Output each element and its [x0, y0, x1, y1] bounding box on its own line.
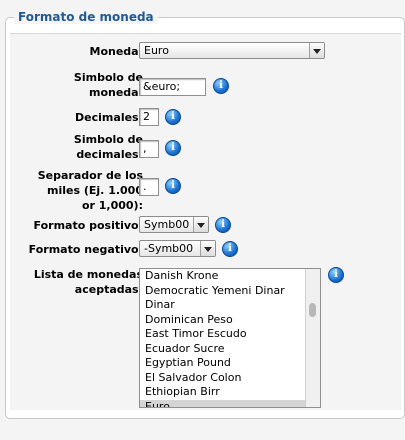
moneda-label: Moneda:	[89, 45, 144, 58]
list-item[interactable]: Dinar	[140, 298, 320, 313]
info-icon[interactable]: i	[215, 217, 231, 233]
info-icon[interactable]: i	[213, 78, 229, 94]
simbolo-decimales-input[interactable]: ,	[139, 140, 159, 158]
scrollbar[interactable]	[305, 269, 320, 407]
list-item[interactable]: El Salvador Colon	[140, 371, 320, 386]
decimales-label: Decimales:	[75, 111, 143, 124]
formato-negativo-select[interactable]: -Symb00	[139, 240, 216, 257]
form-panel: Moneda: Euro Simbolo de moneda: &euro; i…	[10, 33, 401, 410]
moneda-value: Euro	[144, 44, 169, 57]
section-title: Formato de moneda	[14, 10, 158, 24]
chevron-down-icon	[193, 217, 208, 232]
currency-list-items: Danish Krone Democratic Yemeni Dinar Dinar…	[140, 269, 320, 407]
formato-negativo-label: Formato negativo:	[28, 243, 143, 256]
info-icon[interactable]: i	[165, 109, 181, 125]
list-item[interactable]: Egyptian Pound	[140, 356, 320, 371]
list-item[interactable]: Dominican Peso	[140, 313, 320, 328]
separador-miles-label: Separador de los miles (Ej. 1.000 or 1,0…	[37, 169, 143, 212]
list-item[interactable]: Ethiopian Birr	[140, 385, 320, 400]
formato-positivo-value: Symb00	[144, 218, 190, 231]
info-icon[interactable]: i	[328, 267, 344, 283]
info-icon[interactable]: i	[222, 241, 238, 257]
chevron-down-icon	[200, 241, 215, 256]
currency-listbox[interactable]: Danish Krone Democratic Yemeni Dinar Dinar…	[139, 268, 321, 408]
chevron-down-icon	[309, 43, 324, 58]
scrollbar-thumb[interactable]	[309, 303, 316, 317]
lista-monedas-label: Lista de monedas aceptadas:	[33, 268, 143, 296]
formato-negativo-value: -Symb00	[144, 242, 194, 255]
simbolo-decimales-label: Simbolo de decimales:	[73, 133, 143, 161]
simbolo-moneda-label: Simbolo de moneda:	[73, 71, 143, 99]
list-item[interactable]: Euro	[140, 399, 320, 407]
moneda-select[interactable]: Euro	[139, 42, 325, 59]
info-icon[interactable]: i	[165, 178, 181, 194]
list-item[interactable]: Danish Krone	[140, 269, 320, 284]
separador-miles-input[interactable]: .	[139, 178, 159, 196]
list-item[interactable]: East Timor Escudo	[140, 327, 320, 342]
formato-positivo-label: Formato positivo:	[33, 219, 143, 232]
formato-positivo-select[interactable]: Symb00	[139, 216, 209, 233]
decimales-input[interactable]: 2	[139, 108, 159, 126]
list-item[interactable]: Democratic Yemeni Dinar	[140, 284, 320, 299]
info-icon[interactable]: i	[165, 140, 181, 156]
list-item[interactable]: Ecuador Sucre	[140, 342, 320, 357]
simbolo-moneda-input[interactable]: &euro;	[139, 78, 206, 96]
